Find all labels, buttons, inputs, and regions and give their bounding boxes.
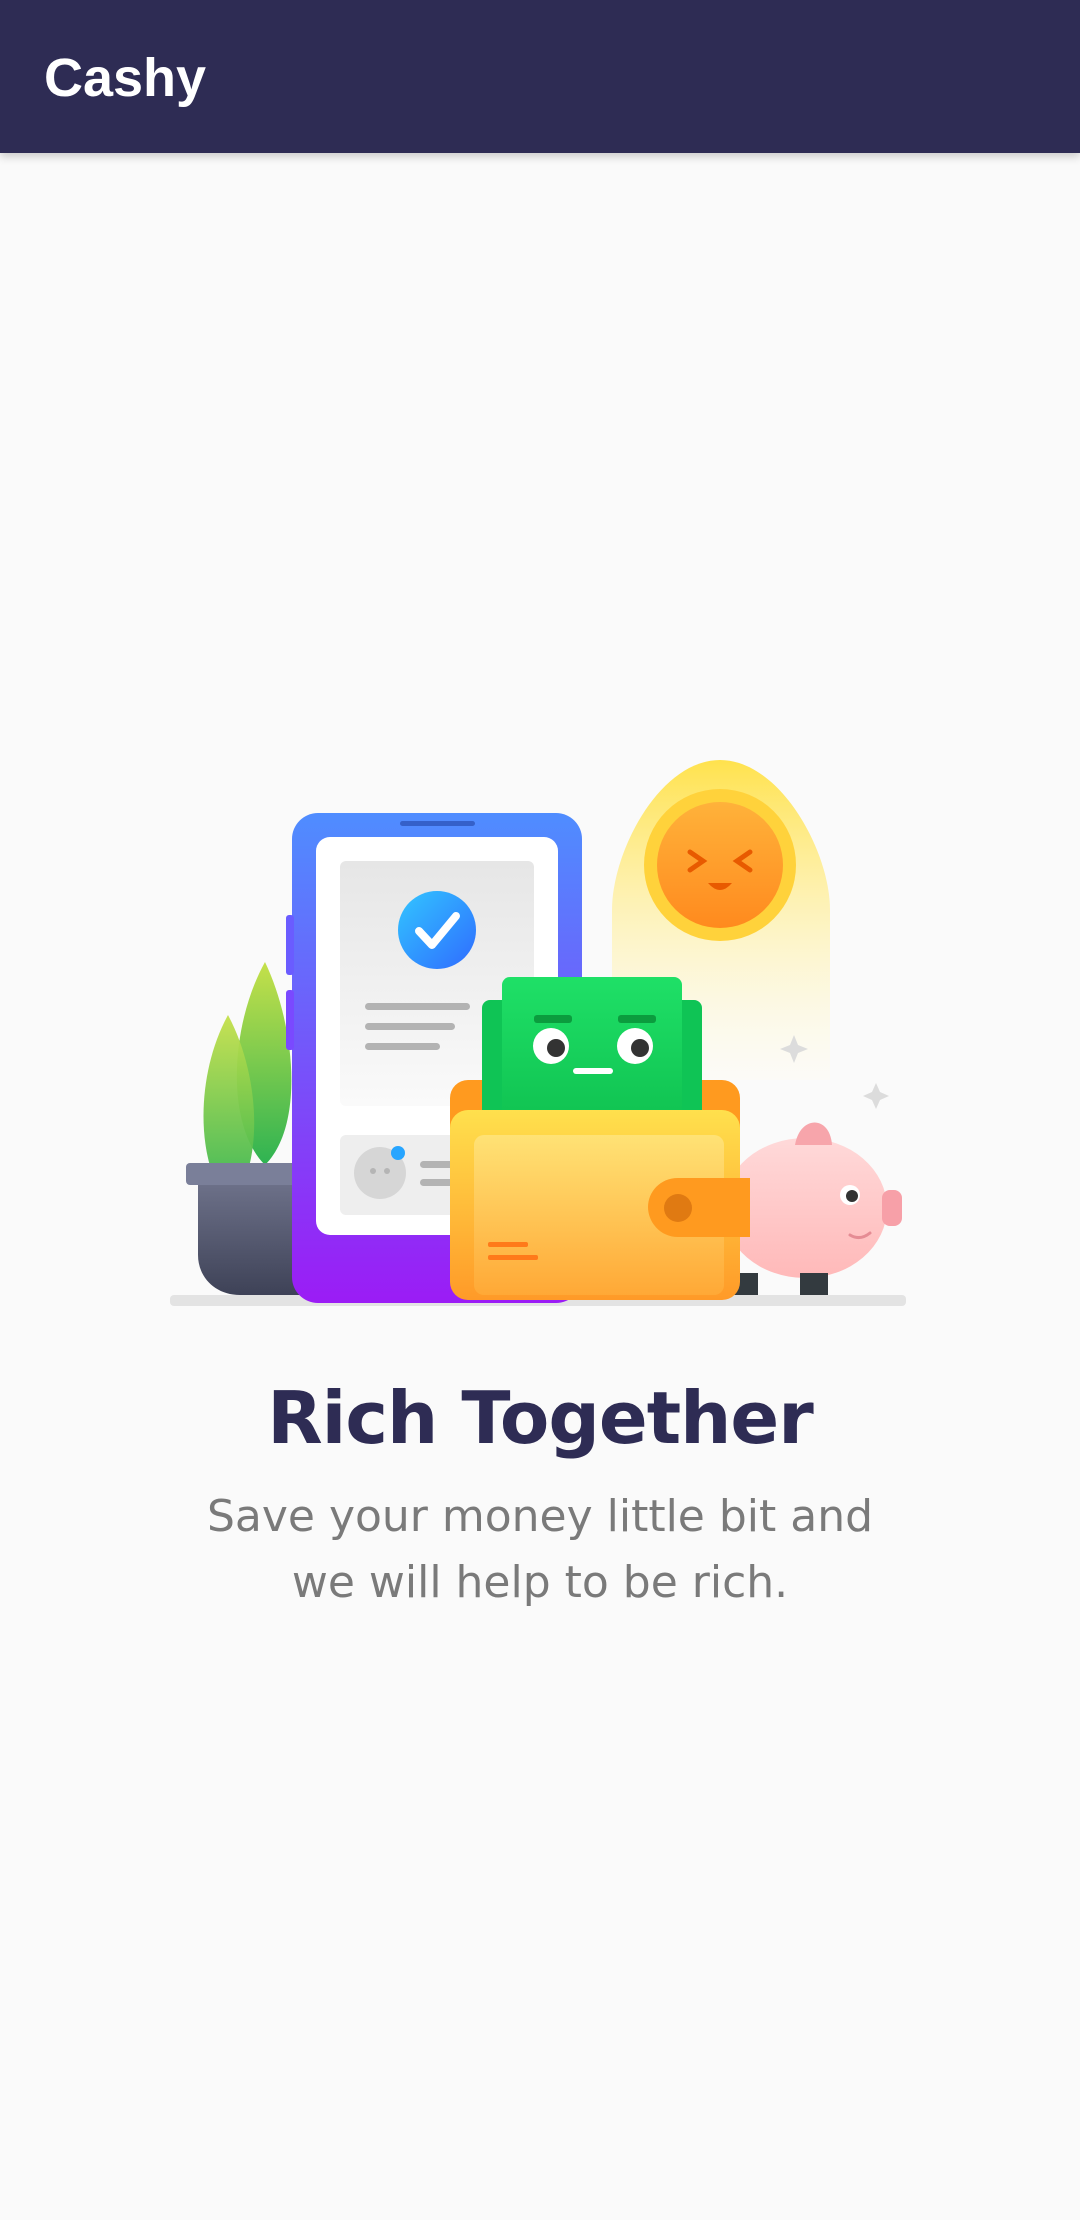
onboarding-subtitle: Save your money little bit and we will h… <box>206 1491 874 1608</box>
app-title: Cashy <box>44 48 207 108</box>
wallet-phone-piggybank-illustration <box>170 760 906 1306</box>
app-bar: Cashy <box>0 0 1080 153</box>
onboarding-headline: Rich Together <box>267 1376 814 1460</box>
